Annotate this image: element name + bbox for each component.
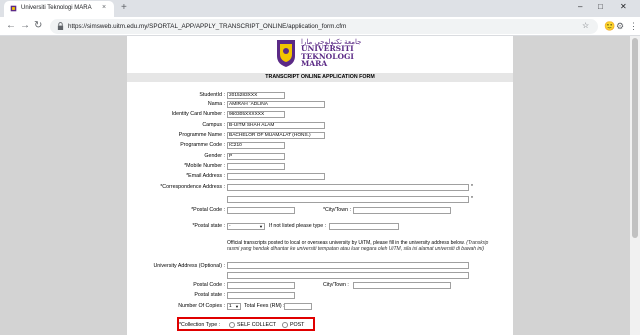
state-other-label: If not listed please type : [269, 223, 327, 229]
chevron-down-icon: ▼ [235, 304, 239, 309]
programme-code-label: Programme Code : [180, 142, 225, 148]
profile-icon[interactable]: 🙂 [604, 20, 615, 32]
chevron-down-icon: ▼ [259, 224, 263, 229]
page-viewport: ﺟﺎﻣﻌﺔ ﺗﻜﻨﻮﻟﻮﺟﻲ ﻣﺎرا UNIVERSITI TEKNOLOGI… [0, 36, 640, 335]
required-mark: * [471, 184, 473, 190]
programme-name-field[interactable]: BACHELOR OF MUAMALAT (HONS.) [227, 132, 325, 139]
uitm-favicon-icon [10, 5, 17, 12]
university-address-note: Official transcripts posted to local or … [227, 240, 497, 252]
uitm-crest-icon [277, 40, 295, 67]
total-fees-field[interactable] [284, 303, 312, 310]
scrollbar[interactable] [630, 36, 640, 335]
corr-address-line-1[interactable] [227, 184, 469, 191]
state-other-input[interactable] [329, 223, 399, 230]
menu-icon[interactable]: ⋮ [629, 20, 638, 32]
url-text: https://simsweb.uitm.edu.my/SPORTAL_APP/… [68, 23, 347, 30]
campus-field[interactable]: B-UITM SHAH ALAM [227, 122, 325, 129]
name-field[interactable]: AMIRAH `ADLINA [227, 101, 325, 108]
name-label: Nama : [207, 101, 225, 107]
copies-label: Number Of Copies : [178, 303, 225, 309]
uni-address-line-2[interactable] [227, 272, 469, 279]
copies-value: 1 [229, 304, 232, 309]
programme-code-field[interactable]: IC210 [227, 142, 285, 149]
back-icon[interactable]: ← [6, 20, 16, 32]
address-bar[interactable]: https://simsweb.uitm.edu.my/SPORTAL_APP/… [50, 19, 598, 34]
email-input[interactable] [227, 173, 325, 180]
city-input[interactable] [353, 207, 451, 214]
email-label: *Email Address : [186, 173, 225, 179]
collection-type-highlight [177, 317, 315, 331]
student-id-label: StudentId : [199, 92, 225, 98]
postal-state-value: - [229, 224, 231, 229]
uni-address-line-1[interactable] [227, 262, 469, 269]
postal-code-label: *Postal Code : [191, 207, 225, 213]
gender-field[interactable]: P [227, 153, 285, 160]
lock-icon [57, 22, 64, 30]
mobile-input[interactable] [227, 163, 285, 170]
uni-postal-code-input[interactable] [227, 282, 295, 289]
mobile-label: *Mobile Number : [184, 163, 225, 169]
copies-select[interactable]: 1 ▼ [227, 303, 241, 310]
maximize-icon[interactable]: □ [598, 2, 603, 11]
uni-state-label: Postal state : [194, 292, 225, 298]
programme-name-label: Programme Name : [178, 132, 225, 138]
gender-label: Gender : [204, 153, 225, 159]
corr-address-line-2[interactable] [227, 196, 469, 203]
postal-code-input[interactable] [227, 207, 295, 214]
tab-strip: Universiti Teknologi MARA × + – □ ✕ [0, 0, 640, 17]
tab-close-icon[interactable]: × [102, 4, 106, 11]
bookmark-star-icon[interactable]: ☆ [582, 21, 589, 30]
tab-title: Universiti Teknologi MARA [21, 5, 92, 11]
forward-icon[interactable]: → [20, 20, 30, 32]
reload-icon[interactable]: ↻ [34, 20, 42, 32]
student-id-field[interactable]: 2015283XXX [227, 92, 285, 99]
uitm-logo: ﺟﺎﻣﻌﺔ ﺗﻜﻨﻮﻟﻮﺟﻲ ﻣﺎرا UNIVERSITI TEKNOLOGI… [275, 38, 365, 70]
close-window-icon[interactable]: ✕ [620, 2, 627, 11]
total-fees-label: Total Fees (RM) : [244, 303, 285, 309]
postal-state-select[interactable]: - ▼ [227, 223, 265, 230]
new-tab-icon[interactable]: + [121, 2, 127, 13]
postal-state-label: *Postal state : [192, 223, 225, 229]
campus-label: Campus : [202, 122, 225, 128]
required-mark: * [471, 196, 473, 202]
ic-number-field[interactable]: 960305XXXXXX [227, 111, 285, 118]
uni-city-label: City/Town : [323, 282, 349, 288]
form-page: ﺟﺎﻣﻌﺔ ﺗﻜﻨﻮﻟﻮﺟﻲ ﻣﺎرا UNIVERSITI TEKNOLOGI… [127, 36, 513, 335]
uni-postal-code-label: Postal Code : [193, 282, 225, 288]
uni-city-input[interactable] [353, 282, 451, 289]
uni-state-input[interactable] [227, 292, 295, 299]
corr-address-label: *Correspondence Address : [160, 184, 225, 190]
form-title: TRANSCRIPT ONLINE APPLICATION FORM [127, 73, 513, 82]
browser-tab[interactable]: Universiti Teknologi MARA × [4, 1, 114, 17]
uni-address-label: University Address (Optional) : [153, 263, 225, 269]
city-label: *City/Town : [323, 207, 351, 213]
logo-name: UNIVERSITI TEKNOLOGI MARA [301, 44, 354, 68]
extension-gear-icon[interactable]: ⚙ [616, 20, 624, 32]
browser-toolbar: ← → ↻ https://simsweb.uitm.edu.my/SPORTA… [0, 17, 640, 36]
ic-number-label: Identity Card Number : [171, 111, 225, 117]
scrollbar-thumb[interactable] [632, 38, 638, 238]
minimize-icon[interactable]: – [578, 2, 582, 11]
